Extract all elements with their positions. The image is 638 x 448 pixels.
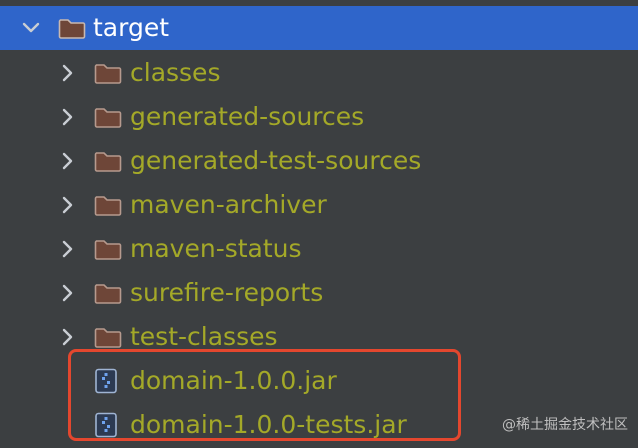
- tree-row-generated-sources[interactable]: generated-sources: [0, 95, 638, 139]
- tree-row-surefire-reports[interactable]: surefire-reports: [0, 271, 638, 315]
- folder-icon: [94, 282, 122, 304]
- chevron-right-icon[interactable]: [57, 150, 79, 172]
- tree-row-target[interactable]: target: [0, 6, 638, 50]
- tree-label-surefire-reports: surefire-reports: [130, 278, 324, 307]
- project-tree: target classes generated-sources generat…: [0, 0, 638, 448]
- folder-icon: [94, 106, 122, 128]
- watermark-text: @稀土掘金技术社区: [502, 417, 628, 433]
- folder-icon: [94, 150, 122, 172]
- tree-row-classes[interactable]: classes: [0, 51, 638, 95]
- chevron-down-icon[interactable]: [20, 17, 42, 39]
- tree-label-maven-archiver: maven-archiver: [130, 190, 327, 219]
- tree-row-test-classes[interactable]: test-classes: [0, 315, 638, 359]
- tree-label-domain-tests-jar: domain-1.0.0-tests.jar: [130, 410, 407, 439]
- folder-icon: [94, 62, 122, 84]
- folder-icon: [94, 238, 122, 260]
- chevron-right-icon[interactable]: [57, 62, 79, 84]
- tree-row-domain-jar[interactable]: domain-1.0.0.jar: [0, 359, 638, 403]
- tree-label-domain-jar: domain-1.0.0.jar: [130, 366, 337, 395]
- tree-label-target: target: [93, 13, 170, 42]
- jar-file-icon: [94, 368, 118, 394]
- folder-icon: [94, 326, 122, 348]
- tree-label-generated-test-sources: generated-test-sources: [130, 146, 422, 175]
- jar-file-icon: [94, 412, 118, 438]
- tree-row-generated-test-sources[interactable]: generated-test-sources: [0, 139, 638, 183]
- tree-row-maven-status[interactable]: maven-status: [0, 227, 638, 271]
- chevron-right-icon[interactable]: [57, 326, 79, 348]
- chevron-right-icon[interactable]: [57, 238, 79, 260]
- tree-label-maven-status: maven-status: [130, 234, 302, 263]
- chevron-right-icon[interactable]: [57, 194, 79, 216]
- folder-icon: [58, 17, 86, 39]
- tree-label-generated-sources: generated-sources: [130, 102, 365, 131]
- tree-row-maven-archiver[interactable]: maven-archiver: [0, 183, 638, 227]
- chevron-right-icon[interactable]: [57, 106, 79, 128]
- tree-label-test-classes: test-classes: [130, 322, 278, 351]
- folder-icon: [94, 194, 122, 216]
- tree-label-classes: classes: [130, 58, 221, 87]
- chevron-right-icon[interactable]: [57, 282, 79, 304]
